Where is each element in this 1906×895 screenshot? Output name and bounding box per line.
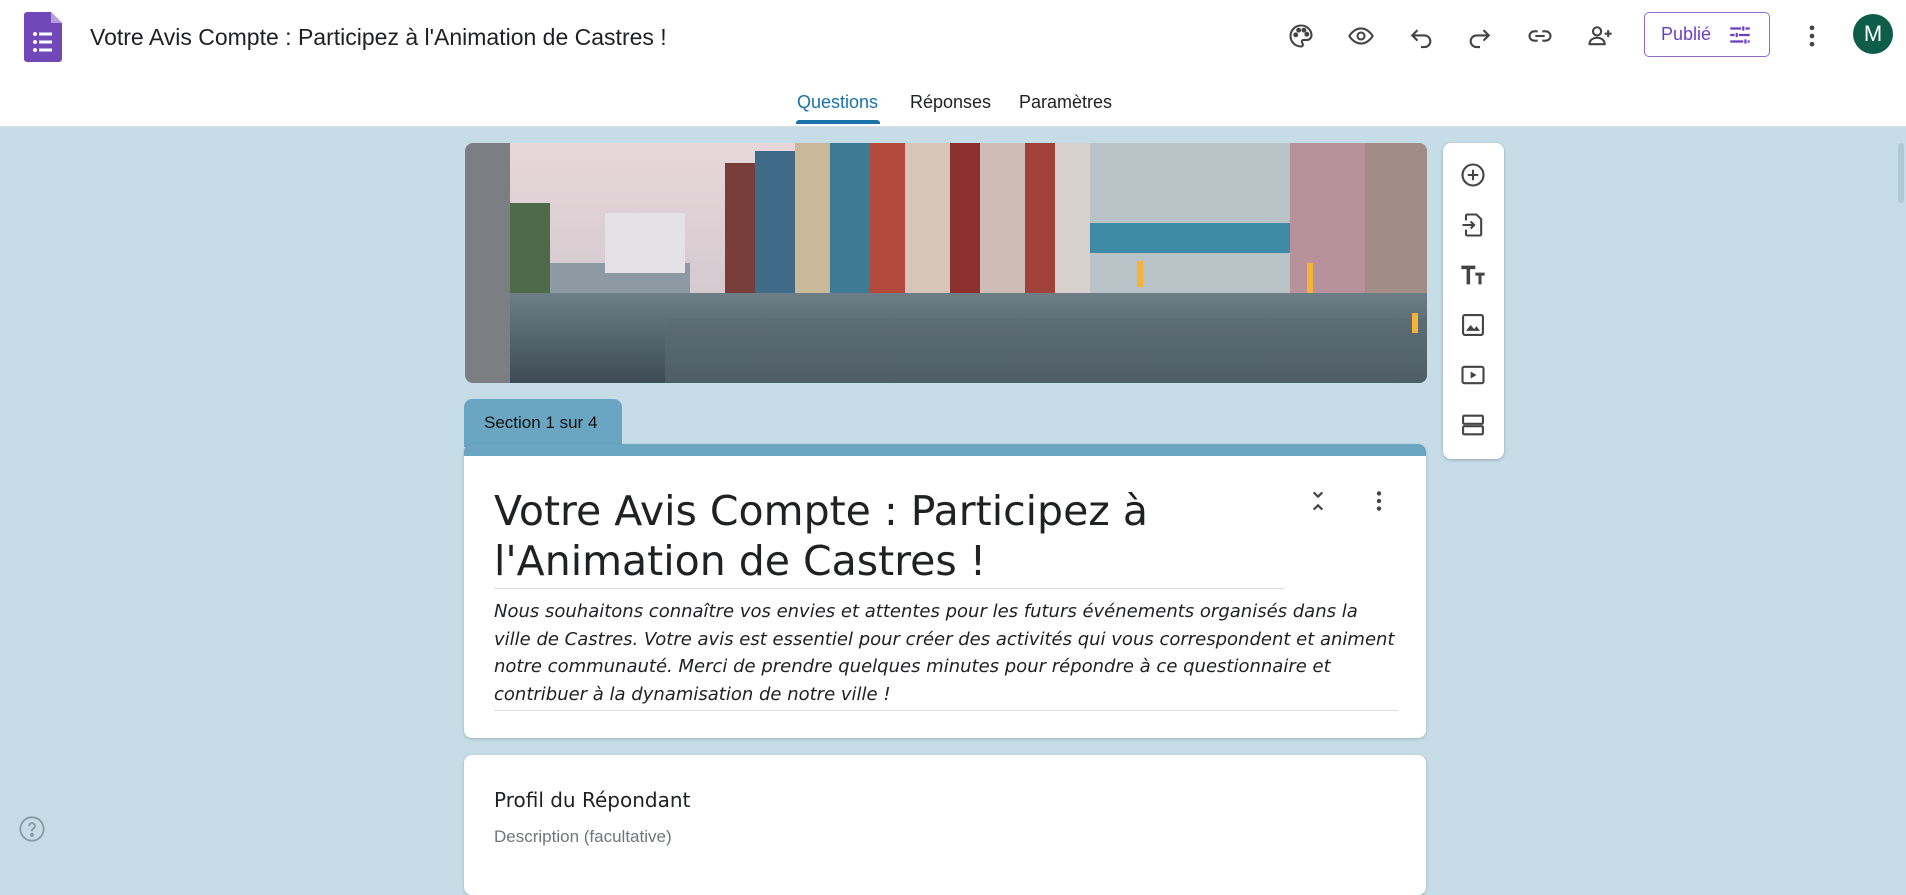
form-header-card[interactable]: Votre Avis Compte : Participez à l'Anima… bbox=[464, 444, 1426, 738]
tab-questions[interactable]: Questions bbox=[797, 92, 878, 113]
tab-responses[interactable]: Réponses bbox=[910, 92, 991, 113]
link-icon[interactable] bbox=[1518, 14, 1562, 58]
redo-icon[interactable] bbox=[1458, 14, 1502, 58]
header-image bbox=[465, 143, 1427, 383]
document-title[interactable]: Votre Avis Compte : Participez à l'Anima… bbox=[90, 24, 667, 51]
publish-button[interactable]: Publié bbox=[1644, 12, 1770, 57]
add-video-icon[interactable] bbox=[1450, 352, 1496, 398]
undo-icon[interactable] bbox=[1399, 14, 1443, 58]
tune-icon bbox=[1730, 25, 1750, 44]
add-person-icon[interactable] bbox=[1578, 14, 1622, 58]
publish-label: Publié bbox=[1660, 24, 1712, 44]
add-title-icon[interactable] bbox=[1450, 252, 1496, 298]
add-section-icon[interactable] bbox=[1450, 402, 1496, 448]
google-forms-icon[interactable] bbox=[24, 12, 62, 62]
scrollbar[interactable] bbox=[1898, 143, 1904, 203]
section-card[interactable]: Profil du Répondant Description (faculta… bbox=[464, 755, 1426, 895]
top-bar: Votre Avis Compte : Participez à l'Anima… bbox=[0, 0, 1906, 127]
active-tab-indicator bbox=[796, 120, 880, 124]
import-questions-icon[interactable] bbox=[1450, 202, 1496, 248]
more-vert-icon[interactable] bbox=[1361, 483, 1397, 519]
tab-settings[interactable]: Paramètres bbox=[1019, 92, 1112, 113]
section-indicator: Section 1 sur 4 bbox=[464, 399, 622, 447]
floating-toolbar bbox=[1443, 143, 1504, 459]
form-title[interactable]: Votre Avis Compte : Participez à l'Anima… bbox=[494, 486, 1284, 589]
form-description[interactable]: Nous souhaitons connaître vos envies et … bbox=[494, 598, 1398, 711]
eye-icon[interactable] bbox=[1339, 14, 1383, 58]
add-image-icon[interactable] bbox=[1450, 302, 1496, 348]
tab-bar: Questions Réponses Paramètres bbox=[0, 88, 1906, 118]
collapse-icon[interactable] bbox=[1300, 483, 1336, 519]
avatar[interactable]: M bbox=[1853, 14, 1893, 54]
section-title[interactable]: Profil du Répondant bbox=[494, 788, 690, 812]
section-description-field[interactable]: Description (facultative) bbox=[494, 827, 672, 847]
palette-icon[interactable] bbox=[1279, 14, 1323, 58]
more-vert-icon[interactable] bbox=[1790, 14, 1834, 58]
help-icon[interactable] bbox=[18, 815, 46, 843]
add-question-icon[interactable] bbox=[1450, 152, 1496, 198]
